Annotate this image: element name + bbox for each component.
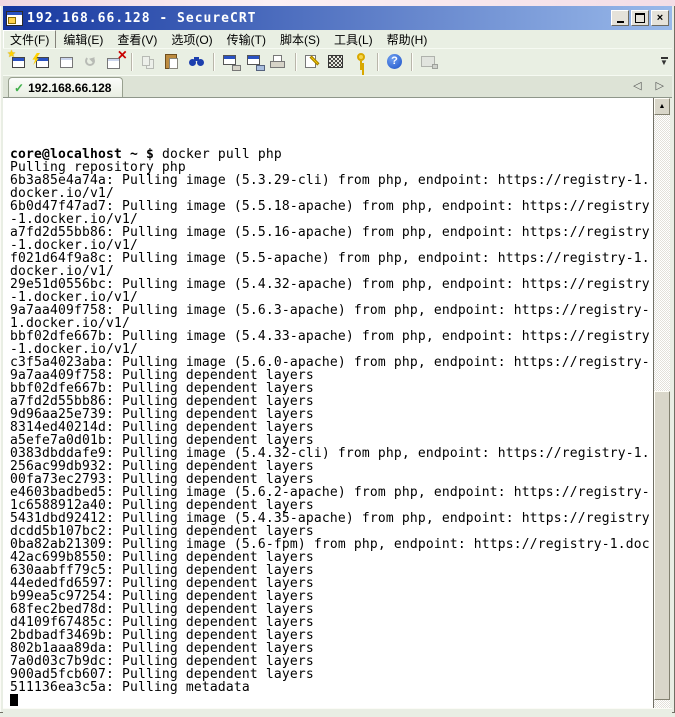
- log-session-icon[interactable]: [219, 52, 243, 72]
- minimize-icon: [617, 21, 624, 23]
- menu-item-transfer[interactable]: 传输(T): [220, 30, 273, 49]
- menu-item-view[interactable]: 查看(V): [110, 30, 164, 49]
- title-bar[interactable]: 192.168.66.128 - SecureCRT ×: [3, 6, 672, 30]
- copy-icon[interactable]: [137, 52, 161, 72]
- menu-item-options[interactable]: 选项(O): [164, 30, 219, 49]
- toolbar-separator: [131, 53, 133, 71]
- tab-bar: ✓ 192.168.66.128 ◁ ▷: [3, 75, 672, 97]
- toolbar-separator: [213, 53, 215, 71]
- terminal-output-line: 511136ea3c5a: Pulling metadata: [10, 681, 653, 694]
- terminal[interactable]: core@localhost ~ $ docker pull phpPullin…: [3, 98, 653, 708]
- print-icon[interactable]: [267, 52, 291, 72]
- minimize-button[interactable]: [611, 10, 629, 26]
- window-title: 192.168.66.128 - SecureCRT: [27, 11, 607, 26]
- menu-bar: 文件(F)编辑(E)查看(V)选项(O)传输(T)脚本(S)工具(L)帮助(H): [3, 30, 672, 48]
- maximize-button[interactable]: [631, 10, 649, 26]
- securecrt-window: { "window": { "title": "192.168.66.128 -…: [0, 0, 675, 713]
- maximize-icon: [635, 13, 645, 23]
- session-tab-label: 192.168.66.128: [28, 81, 111, 95]
- close-button[interactable]: ×: [651, 10, 669, 26]
- terminal-cursor: [10, 694, 18, 706]
- toolbar-overflow-button[interactable]: ▼: [658, 51, 670, 71]
- menu-item-help[interactable]: 帮助(H): [380, 30, 435, 49]
- global-options-icon[interactable]: [325, 52, 349, 72]
- scroll-up-button[interactable]: ▲: [654, 98, 670, 115]
- find-icon[interactable]: [185, 52, 209, 72]
- disconnect-icon[interactable]: [103, 52, 127, 72]
- session-options-icon[interactable]: [301, 52, 325, 72]
- tab-scroll-right-icon[interactable]: ▷: [656, 79, 664, 92]
- menu-item-tools[interactable]: 工具(L): [327, 30, 380, 49]
- agent-key-icon[interactable]: [349, 52, 373, 72]
- capture-screen-icon[interactable]: [243, 52, 267, 72]
- help-icon[interactable]: [383, 52, 407, 72]
- scrollbar-thumb[interactable]: [654, 391, 670, 700]
- menu-item-file[interactable]: 文件(F): [3, 30, 56, 49]
- menu-item-edit[interactable]: 编辑(E): [56, 30, 110, 49]
- menu-item-script[interactable]: 脚本(S): [273, 30, 327, 49]
- connect-icon[interactable]: [7, 52, 31, 72]
- tab-scroll-left-icon[interactable]: ◁: [633, 79, 641, 92]
- connected-check-icon: ✓: [14, 81, 24, 95]
- new-tab-icon[interactable]: [55, 52, 79, 72]
- reconnect-icon[interactable]: [79, 52, 103, 72]
- security-icon[interactable]: [417, 52, 441, 72]
- quick-connect-icon[interactable]: [31, 52, 55, 72]
- toolbar-separator: [295, 53, 297, 71]
- app-icon: [6, 11, 23, 26]
- toolbar: ▼: [3, 48, 672, 75]
- close-icon: ×: [657, 13, 663, 24]
- scrollbar[interactable]: ▲: [653, 98, 670, 708]
- toolbar-separator: [411, 53, 413, 71]
- paste-icon[interactable]: [161, 52, 185, 72]
- toolbar-separator: [377, 53, 379, 71]
- session-tab[interactable]: ✓ 192.168.66.128: [8, 77, 123, 97]
